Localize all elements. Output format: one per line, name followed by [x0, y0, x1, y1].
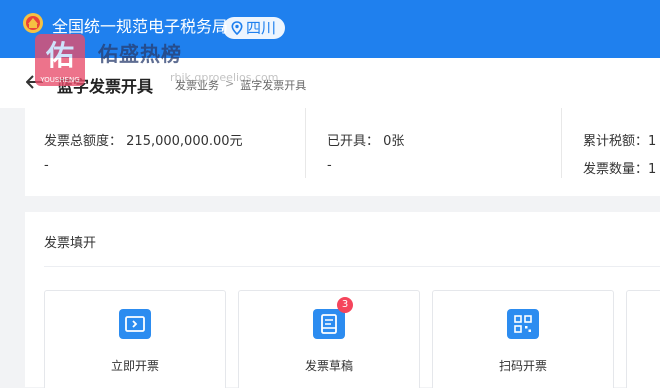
region-selector[interactable]: 四川	[223, 17, 286, 39]
issued-count: 已开具： 0张	[327, 134, 405, 149]
ticket-icon	[119, 309, 151, 339]
panel-divider	[44, 266, 660, 267]
stat-divider	[561, 108, 562, 178]
watermark-url: rbjk.gproeelios.com	[170, 71, 279, 84]
draft-count-badge: 3	[337, 297, 353, 313]
draft-icon	[313, 309, 345, 339]
card-next-partial[interactable]	[626, 290, 660, 388]
tax-total: 累计税额：1	[583, 134, 657, 149]
tax-emblem-icon	[23, 13, 43, 33]
stats-panel: 发票总额度： 215,000,000.00元 - 已开具： 0张 - 累计税额：…	[25, 108, 660, 196]
total-quota-sub: -	[44, 158, 49, 173]
region-label: 四川	[246, 19, 277, 37]
stat-divider	[305, 108, 306, 178]
card-scan-issue[interactable]: 扫码开票	[432, 290, 614, 388]
card-issue-now[interactable]: 立即开票	[44, 290, 226, 388]
card-invoice-draft[interactable]: 3 发票草稿	[238, 290, 420, 388]
card-label: 扫码开票	[498, 359, 547, 373]
issued-sub: -	[327, 158, 332, 173]
total-quota: 发票总额度： 215,000,000.00元	[44, 134, 243, 149]
invoice-count: 发票数量：1	[583, 162, 657, 177]
card-label: 立即开票	[110, 359, 159, 373]
watermark-logo: 佑 YOUSHENG	[35, 34, 85, 86]
panel-title: 发票填开	[44, 236, 97, 251]
watermark-text: 佑盛热榜	[98, 42, 182, 66]
card-label: 发票草稿	[304, 359, 353, 373]
location-pin-icon	[231, 21, 243, 35]
qrcode-icon	[507, 309, 539, 339]
